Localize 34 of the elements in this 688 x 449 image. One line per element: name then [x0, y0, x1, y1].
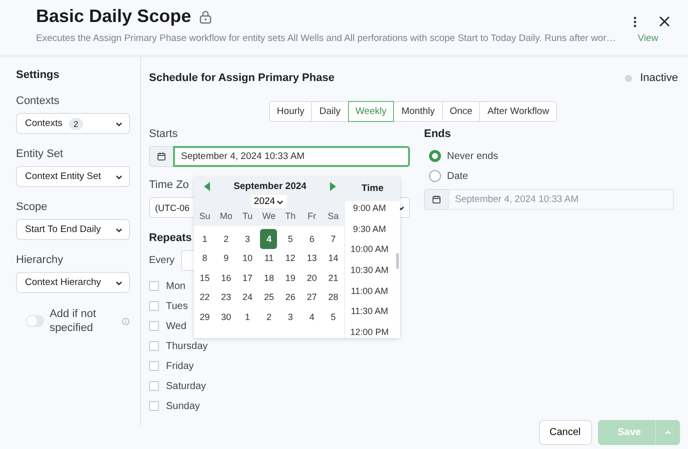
field-label: Entity Set: [16, 148, 64, 160]
field-label: Contexts: [16, 95, 60, 107]
day-label: Wed: [166, 320, 186, 332]
every-label: Every: [149, 255, 175, 266]
status-label: Inactive: [640, 72, 678, 84]
weekday-label: Tu: [241, 211, 254, 223]
weekday-label: Fr: [306, 211, 318, 223]
weekday-label: Th: [284, 211, 297, 223]
day-label: Sunday: [166, 400, 200, 412]
description-text: Executes the Assign Primary Phase workflow for entity sets All Wells and All perforations with scope Start to Today Daily. Runs after wor…: [36, 33, 616, 44]
weekday-label: Su: [198, 211, 212, 223]
weekday-label: Mo: [218, 211, 234, 223]
day-label: Friday: [166, 360, 194, 372]
day-label: Saturday: [166, 380, 206, 392]
month-title: September 2024: [234, 181, 306, 192]
settings-heading: Settings: [16, 69, 60, 81]
dialog-title: Basic Daily Scope: [36, 6, 192, 27]
day-label: Mon: [166, 280, 186, 292]
toggle-label: Add if not specified: [50, 307, 98, 336]
option-label: Date: [447, 170, 468, 182]
field-label: Time Zo: [149, 179, 189, 191]
field-label: Hierarchy: [16, 254, 64, 266]
weekday-label: Sa: [326, 211, 340, 223]
count-badge: 2: [68, 118, 84, 130]
day-label: Tues: [166, 300, 188, 312]
ends-label: Ends: [424, 128, 451, 140]
field-label: Scope: [16, 201, 48, 213]
day-label: Thursday: [166, 340, 208, 352]
time-heading: Time: [345, 177, 400, 201]
section-title: Schedule for Assign Primary Phase: [149, 72, 334, 84]
option-label: Never ends: [447, 150, 498, 162]
field-label: Starts: [149, 128, 178, 140]
repeats-label: Repeats: [149, 232, 192, 244]
weekday-label: We: [261, 211, 277, 223]
